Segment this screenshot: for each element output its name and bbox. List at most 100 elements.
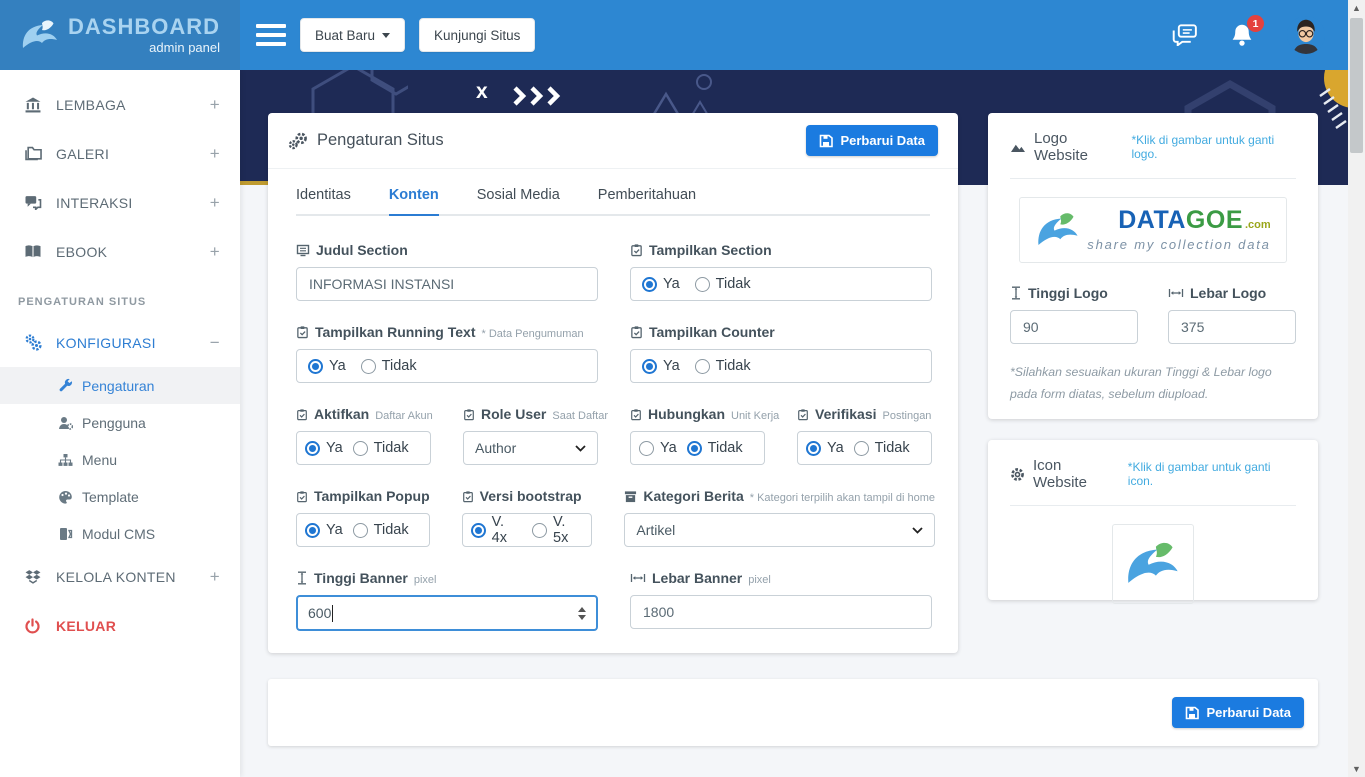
- radio-option-tidak[interactable]: Tidak: [361, 358, 417, 374]
- scrollbar[interactable]: ▲ ▼: [1348, 0, 1365, 777]
- checkbox-icon: [296, 490, 308, 503]
- scroll-down-arrow[interactable]: ▼: [1348, 761, 1365, 777]
- tab-identitas[interactable]: Identitas: [296, 187, 351, 216]
- field-label: Judul Section: [316, 242, 408, 258]
- sidebar-item-konfigurasi[interactable]: KONFIGURASI −: [0, 318, 240, 367]
- submenu-item-label: Template: [82, 489, 139, 505]
- radio-option-ya[interactable]: Ya: [806, 440, 844, 456]
- submenu-item-label: Pengaturan: [82, 378, 154, 394]
- field-label: Tampilkan Running Text: [315, 324, 476, 340]
- radio-option-tidak[interactable]: Tidak: [687, 440, 743, 456]
- radio-option-tidak[interactable]: Tidak: [353, 440, 409, 456]
- update-data-label: Perbarui Data: [840, 133, 925, 148]
- tampilkan-section-radio-group: Ya Tidak: [630, 267, 932, 301]
- radio-option-ya[interactable]: Ya: [308, 358, 346, 374]
- sidebar-item-keluar[interactable]: KELUAR: [0, 601, 240, 650]
- lebar-logo-input[interactable]: [1168, 310, 1296, 344]
- expand-plus-icon[interactable]: +: [210, 95, 220, 115]
- caret-down-icon: [382, 33, 390, 38]
- site-icon-image[interactable]: [1112, 524, 1194, 604]
- radio-option-tidak[interactable]: Tidak: [695, 276, 751, 292]
- radio-option-v5x[interactable]: V. 5x: [532, 514, 583, 546]
- radio-icon: [806, 441, 821, 456]
- radio-option-tidak[interactable]: Tidak: [353, 522, 409, 538]
- chevron-down-icon: [912, 527, 923, 534]
- radio-option-ya[interactable]: Ya: [639, 440, 677, 456]
- input-value: 600: [308, 605, 331, 621]
- expand-plus-icon[interactable]: +: [210, 567, 220, 587]
- scroll-up-arrow[interactable]: ▲: [1348, 0, 1365, 16]
- hamburger-menu-icon[interactable]: [256, 24, 286, 46]
- submenu-item-modul-cms[interactable]: Modul CMS: [0, 515, 240, 552]
- submenu-item-label: Pengguna: [82, 415, 146, 431]
- submenu-item-pengaturan[interactable]: Pengaturan: [0, 367, 240, 404]
- radio-icon: [642, 359, 657, 374]
- tinggi-banner-input[interactable]: 600: [296, 595, 598, 631]
- radio-icon: [305, 441, 320, 456]
- radio-option-ya[interactable]: Ya: [305, 440, 343, 456]
- icon-hint: *Klik di gambar untuk ganti icon.: [1128, 460, 1296, 488]
- user-avatar[interactable]: [1287, 16, 1325, 54]
- checkbox-icon: [296, 325, 309, 339]
- expand-plus-icon[interactable]: +: [210, 144, 220, 164]
- update-data-button-footer[interactable]: Perbarui Data: [1172, 697, 1304, 728]
- settings-form: Judul Section Tampilkan Section Ya Tidak: [268, 216, 958, 631]
- messages-icon[interactable]: [1172, 24, 1197, 46]
- checkbox-icon: [630, 408, 642, 421]
- radio-option-ya[interactable]: Ya: [305, 522, 343, 538]
- kategori-berita-select[interactable]: Artikel: [624, 513, 935, 547]
- checkbox-icon: [797, 408, 809, 421]
- field-label: Aktifkan: [314, 406, 369, 422]
- radio-option-tidak[interactable]: Tidak: [854, 440, 910, 456]
- sidebar-item-label: INTERAKSI: [56, 195, 133, 211]
- number-spinner[interactable]: [578, 607, 586, 620]
- heading-icon: [296, 244, 310, 257]
- radio-option-ya[interactable]: Ya: [642, 358, 680, 374]
- logo-tagline: share my collection data: [1087, 237, 1270, 252]
- submenu-item-menu[interactable]: Menu: [0, 441, 240, 478]
- notifications-bell-icon[interactable]: 1: [1231, 23, 1253, 47]
- radio-icon: [353, 523, 368, 538]
- collapse-minus-icon[interactable]: −: [210, 333, 220, 353]
- radio-option-v4x[interactable]: V. 4x: [471, 514, 522, 546]
- tab-pemberitahuan[interactable]: Pemberitahuan: [598, 187, 696, 216]
- visit-site-button[interactable]: Kunjungi Situs: [419, 18, 535, 52]
- submenu-item-template[interactable]: Template: [0, 478, 240, 515]
- sidebar-item-ebook[interactable]: EBOOK +: [0, 227, 240, 276]
- expand-plus-icon[interactable]: +: [210, 242, 220, 262]
- brand-logo[interactable]: DASHBOARD admin panel: [0, 0, 240, 70]
- chat-icon: [24, 195, 42, 210]
- sidebar-item-kelola-konten[interactable]: KELOLA KONTEN +: [0, 552, 240, 601]
- site-logo-image[interactable]: DATAGOE.com share my collection data: [1019, 197, 1287, 263]
- lebar-banner-input[interactable]: [630, 595, 932, 629]
- checkbox-icon: [462, 490, 474, 503]
- sidebar-item-interaksi[interactable]: INTERAKSI +: [0, 178, 240, 227]
- scrollbar-thumb[interactable]: [1350, 18, 1363, 153]
- save-icon: [819, 134, 833, 148]
- bird-logo-icon: [1035, 211, 1081, 249]
- role-user-select[interactable]: Author: [463, 431, 598, 465]
- sidebar-item-galeri[interactable]: GALERI +: [0, 129, 240, 178]
- sidebar-item-lembaga[interactable]: LEMBAGA +: [0, 80, 240, 129]
- spin-down-icon[interactable]: [578, 615, 586, 620]
- create-new-button[interactable]: Buat Baru: [300, 18, 405, 52]
- submenu-item-pengguna[interactable]: Pengguna: [0, 404, 240, 441]
- main-content: x: [240, 70, 1365, 777]
- update-data-button-header[interactable]: Perbarui Data: [806, 125, 938, 156]
- field-label: Tampilkan Section: [649, 242, 772, 258]
- tab-sosial-media[interactable]: Sosial Media: [477, 187, 560, 216]
- radio-icon: [854, 441, 869, 456]
- judul-section-input[interactable]: [296, 267, 598, 301]
- expand-plus-icon[interactable]: +: [210, 193, 220, 213]
- radio-option-ya[interactable]: Ya: [642, 276, 680, 292]
- card-title: Pengaturan Situs: [317, 131, 444, 150]
- checkbox-icon: [630, 325, 643, 339]
- radio-option-tidak[interactable]: Tidak: [695, 358, 751, 374]
- field-label: Tampilkan Counter: [649, 324, 775, 340]
- folder-icon: [24, 146, 42, 161]
- tinggi-logo-input[interactable]: [1010, 310, 1138, 344]
- hubungkan-radio-group: Ya Tidak: [630, 431, 765, 465]
- tab-konten[interactable]: Konten: [389, 187, 439, 216]
- logo-size-note: *Silahkan sesuaikan ukuran Tinggi & Leba…: [1010, 362, 1296, 405]
- spin-up-icon[interactable]: [578, 607, 586, 612]
